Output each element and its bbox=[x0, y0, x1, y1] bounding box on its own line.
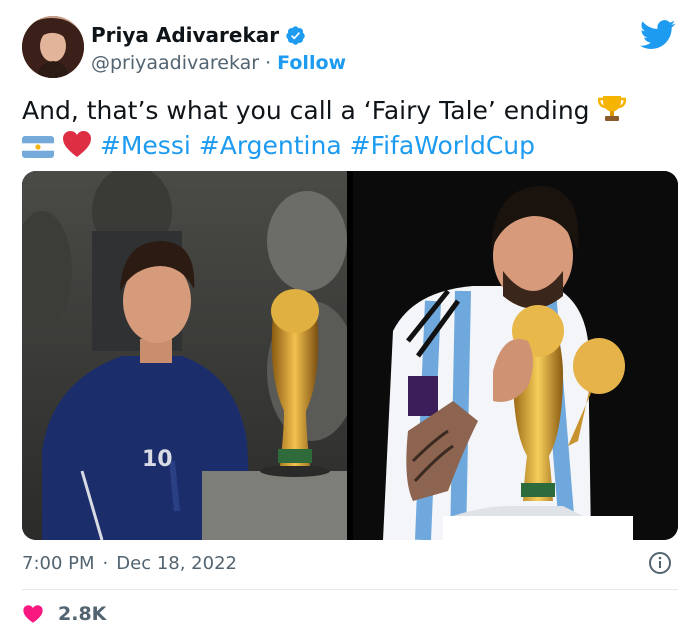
hashtag-messi[interactable]: #Messi bbox=[100, 131, 191, 160]
like-count: 2.8K bbox=[58, 603, 107, 625]
argentina-flag-emoji bbox=[22, 136, 54, 158]
follow-button[interactable]: Follow bbox=[277, 52, 346, 74]
handle-separator: · bbox=[265, 52, 272, 74]
tweet-time[interactable]: 7:00 PM bbox=[22, 553, 95, 574]
like-action[interactable]: 2.8K bbox=[22, 603, 106, 625]
tweet-card: Priya Adivarekar @priyaadivarekar · Foll… bbox=[0, 0, 700, 642]
trophy-emoji bbox=[597, 96, 626, 121]
tweet-media[interactable]: 10 bbox=[22, 171, 678, 540]
hashtag-fifaworldcup[interactable]: #FifaWorldCup bbox=[350, 131, 535, 160]
photo-messi-looking-at-trophy[interactable]: 10 bbox=[22, 171, 347, 540]
verified-badge-icon bbox=[286, 25, 305, 45]
avatar[interactable] bbox=[22, 16, 84, 78]
hashtag-argentina[interactable]: #Argentina bbox=[199, 131, 342, 160]
svg-text:10: 10 bbox=[142, 447, 173, 472]
tweet-date[interactable]: Dec 18, 2022 bbox=[116, 553, 237, 574]
twitter-bird-icon[interactable] bbox=[640, 20, 676, 50]
meta-separator: · bbox=[102, 552, 109, 574]
tweet-text: And, that’s what you call a ‘Fairy Tale’… bbox=[22, 93, 682, 163]
user-handle[interactable]: @priyaadivarekar bbox=[91, 52, 259, 74]
name-row: Priya Adivarekar bbox=[91, 23, 306, 47]
red-heart-emoji bbox=[62, 131, 91, 157]
tweet-meta: 7:00 PM · Dec 18, 2022 bbox=[22, 550, 682, 576]
heart-icon[interactable] bbox=[22, 603, 44, 625]
tweet-body: And, that’s what you call a ‘Fairy Tale’… bbox=[22, 96, 590, 125]
display-name[interactable]: Priya Adivarekar bbox=[91, 23, 279, 47]
divider bbox=[22, 589, 678, 590]
handle-row: @priyaadivarekar · Follow bbox=[91, 52, 346, 74]
info-icon[interactable] bbox=[648, 551, 672, 575]
photo-messi-kissing-trophy[interactable] bbox=[353, 171, 678, 540]
tweet-header: Priya Adivarekar @priyaadivarekar · Foll… bbox=[22, 16, 682, 82]
